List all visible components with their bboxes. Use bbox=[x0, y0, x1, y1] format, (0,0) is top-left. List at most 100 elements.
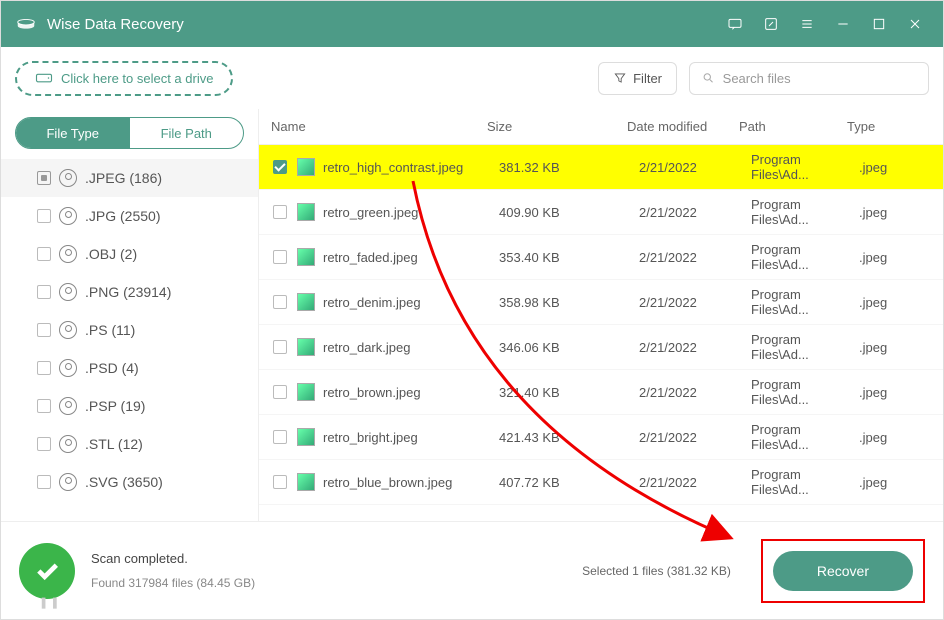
col-header-name[interactable]: Name bbox=[259, 119, 487, 134]
checkbox[interactable] bbox=[273, 160, 287, 174]
select-drive-button[interactable]: Click here to select a drive bbox=[15, 61, 233, 96]
file-date: 2/21/2022 bbox=[639, 430, 751, 445]
checkbox[interactable] bbox=[273, 205, 287, 219]
col-header-path[interactable]: Path bbox=[739, 119, 847, 134]
type-label: .PSD (4) bbox=[85, 360, 139, 376]
file-date: 2/21/2022 bbox=[639, 340, 751, 355]
image-file-icon bbox=[297, 248, 315, 266]
sidebar-type-item[interactable]: .SVG (3650) bbox=[1, 463, 258, 501]
checkbox[interactable] bbox=[273, 430, 287, 444]
checkbox[interactable] bbox=[37, 247, 51, 261]
file-row[interactable]: retro_high_contrast.jpeg 381.32 KB 2/21/… bbox=[259, 145, 943, 190]
sidebar-type-item[interactable]: .JPG (2550) bbox=[1, 197, 258, 235]
sidebar-tab-toggle: File Type File Path bbox=[15, 117, 244, 149]
search-input[interactable] bbox=[723, 71, 916, 86]
search-box[interactable] bbox=[689, 62, 929, 95]
checkbox[interactable] bbox=[273, 295, 287, 309]
file-path: Program Files\Ad... bbox=[751, 377, 859, 407]
maximize-icon[interactable] bbox=[865, 10, 893, 38]
feedback-icon[interactable] bbox=[721, 10, 749, 38]
file-path: Program Files\Ad... bbox=[751, 152, 859, 182]
sidebar: File Type File Path .JPEG (186) .JPG (25… bbox=[1, 109, 259, 521]
image-file-icon bbox=[297, 473, 315, 491]
type-label: .OBJ (2) bbox=[85, 246, 137, 262]
scan-summary: Found 317984 files (84.45 GB) bbox=[91, 576, 255, 590]
file-type-list: .JPEG (186) .JPG (2550) .OBJ (2) .PNG (2… bbox=[1, 159, 258, 521]
type-label: .SVG (3650) bbox=[85, 474, 163, 490]
checkbox[interactable] bbox=[37, 399, 51, 413]
sidebar-type-item[interactable]: .PSD (4) bbox=[1, 349, 258, 387]
file-size: 353.40 KB bbox=[499, 250, 639, 265]
scan-success-icon bbox=[19, 543, 75, 599]
minimize-icon[interactable] bbox=[829, 10, 857, 38]
file-date: 2/21/2022 bbox=[639, 295, 751, 310]
type-label: .PSP (19) bbox=[85, 398, 145, 414]
checkbox[interactable] bbox=[273, 250, 287, 264]
file-size: 358.98 KB bbox=[499, 295, 639, 310]
close-icon[interactable] bbox=[901, 10, 929, 38]
tab-file-type[interactable]: File Type bbox=[16, 118, 130, 148]
file-type: .jpeg bbox=[859, 475, 943, 490]
filetype-icon bbox=[59, 321, 77, 339]
checkbox[interactable] bbox=[37, 475, 51, 489]
sidebar-type-item[interactable]: .PSP (19) bbox=[1, 387, 258, 425]
sidebar-type-item[interactable]: .STL (12) bbox=[1, 425, 258, 463]
file-name: retro_dark.jpeg bbox=[323, 340, 499, 355]
file-name: retro_faded.jpeg bbox=[323, 250, 499, 265]
menu-icon[interactable] bbox=[793, 10, 821, 38]
image-file-icon bbox=[297, 428, 315, 446]
image-file-icon bbox=[297, 203, 315, 221]
checkbox[interactable] bbox=[273, 475, 287, 489]
pause-icon[interactable]: ❚❚ bbox=[39, 596, 61, 609]
selection-info: Selected 1 files (381.32 KB) bbox=[582, 564, 731, 578]
checkbox[interactable] bbox=[37, 437, 51, 451]
file-list: retro_high_contrast.jpeg 381.32 KB 2/21/… bbox=[259, 145, 943, 521]
file-type: .jpeg bbox=[859, 385, 943, 400]
col-header-type[interactable]: Type bbox=[847, 119, 943, 134]
checkbox[interactable] bbox=[37, 361, 51, 375]
file-row[interactable]: retro_bright.jpeg 421.43 KB 2/21/2022 Pr… bbox=[259, 415, 943, 460]
file-type: .jpeg bbox=[859, 205, 943, 220]
checkbox[interactable] bbox=[37, 323, 51, 337]
edit-icon[interactable] bbox=[757, 10, 785, 38]
file-name: retro_denim.jpeg bbox=[323, 295, 499, 310]
checkbox[interactable] bbox=[37, 209, 51, 223]
file-area: Name Size Date modified Path Type retro_… bbox=[259, 109, 943, 521]
col-header-date[interactable]: Date modified bbox=[627, 119, 739, 134]
scan-status: Scan completed. bbox=[91, 551, 255, 566]
filter-icon bbox=[613, 71, 627, 85]
file-row[interactable]: retro_faded.jpeg 353.40 KB 2/21/2022 Pro… bbox=[259, 235, 943, 280]
select-drive-label: Click here to select a drive bbox=[61, 71, 213, 86]
checkbox[interactable] bbox=[37, 171, 51, 185]
tab-file-path[interactable]: File Path bbox=[130, 118, 244, 148]
image-file-icon bbox=[297, 158, 315, 176]
type-label: .PNG (23914) bbox=[85, 284, 171, 300]
file-path: Program Files\Ad... bbox=[751, 332, 859, 362]
file-row[interactable]: retro_dark.jpeg 346.06 KB 2/21/2022 Prog… bbox=[259, 325, 943, 370]
file-path: Program Files\Ad... bbox=[751, 467, 859, 497]
sidebar-type-item[interactable]: .JPEG (186) bbox=[1, 159, 258, 197]
checkbox[interactable] bbox=[273, 340, 287, 354]
file-row[interactable]: retro_denim.jpeg 358.98 KB 2/21/2022 Pro… bbox=[259, 280, 943, 325]
file-row[interactable]: retro_blue_brown.jpeg 407.72 KB 2/21/202… bbox=[259, 460, 943, 505]
filter-button[interactable]: Filter bbox=[598, 62, 677, 95]
file-name: retro_green.jpeg bbox=[323, 205, 499, 220]
file-size: 409.90 KB bbox=[499, 205, 639, 220]
file-size: 421.43 KB bbox=[499, 430, 639, 445]
file-size: 321.40 KB bbox=[499, 385, 639, 400]
file-path: Program Files\Ad... bbox=[751, 422, 859, 452]
image-file-icon bbox=[297, 383, 315, 401]
sidebar-type-item[interactable]: .PNG (23914) bbox=[1, 273, 258, 311]
title-bar: Wise Data Recovery bbox=[1, 1, 943, 47]
checkbox[interactable] bbox=[273, 385, 287, 399]
file-size: 381.32 KB bbox=[499, 160, 639, 175]
col-header-size[interactable]: Size bbox=[487, 119, 627, 134]
recover-button[interactable]: Recover bbox=[773, 551, 913, 591]
file-type: .jpeg bbox=[859, 295, 943, 310]
file-row[interactable]: retro_brown.jpeg 321.40 KB 2/21/2022 Pro… bbox=[259, 370, 943, 415]
sidebar-type-item[interactable]: .PS (11) bbox=[1, 311, 258, 349]
file-row[interactable]: retro_green.jpeg 409.90 KB 2/21/2022 Pro… bbox=[259, 190, 943, 235]
checkbox[interactable] bbox=[37, 285, 51, 299]
sidebar-type-item[interactable]: .OBJ (2) bbox=[1, 235, 258, 273]
type-label: .PS (11) bbox=[85, 322, 135, 338]
